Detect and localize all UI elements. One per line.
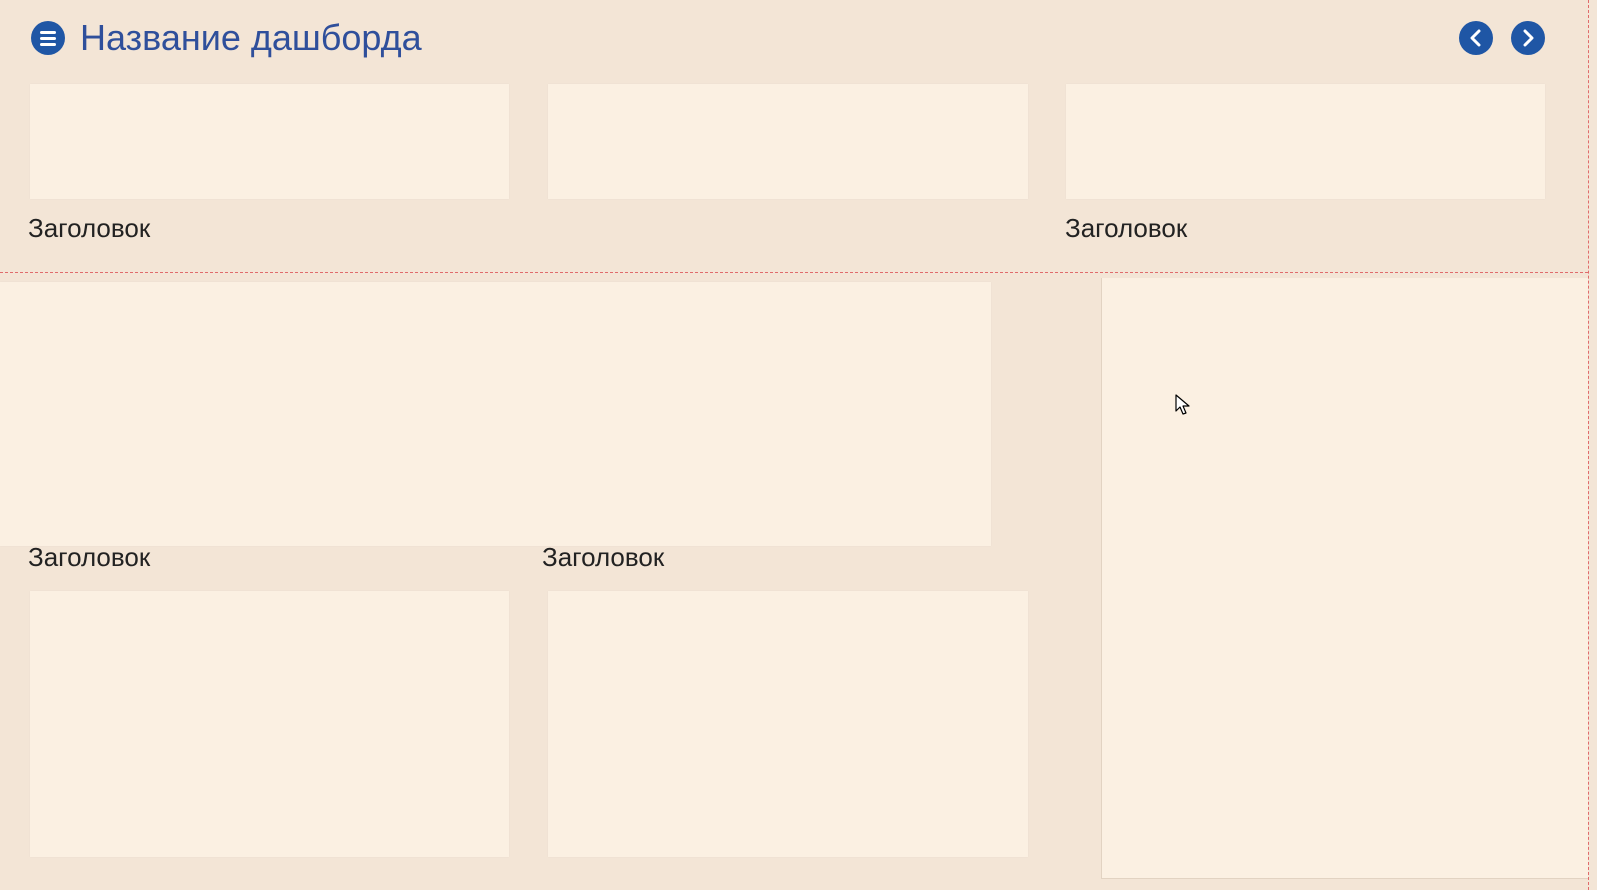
card-right-panel[interactable] (1101, 278, 1588, 879)
card-top-right[interactable] (1066, 84, 1545, 199)
prev-page-button[interactable] (1459, 21, 1493, 55)
horizontal-guide-line (0, 272, 1588, 273)
card-top-center[interactable] (548, 84, 1028, 199)
card-top-left-title: Заголовок (28, 213, 151, 243)
card-middle-center-title: Заголовок (542, 542, 665, 572)
mouse-cursor-icon (1175, 394, 1190, 415)
vertical-guide-line (1588, 0, 1589, 890)
card-top-left[interactable] (30, 84, 509, 199)
next-page-button[interactable] (1511, 21, 1545, 55)
card-bottom-left[interactable] (30, 591, 509, 857)
chevron-left-icon (1470, 29, 1481, 47)
card-middle-wide[interactable] (0, 282, 991, 546)
hamburger-menu-icon[interactable] (31, 21, 65, 55)
chevron-right-icon (1523, 29, 1534, 47)
card-middle-left-title: Заголовок (28, 542, 151, 572)
card-top-right-title: Заголовок (1065, 213, 1188, 243)
page-title: Название дашборда (80, 17, 422, 58)
card-bottom-center[interactable] (548, 591, 1028, 857)
